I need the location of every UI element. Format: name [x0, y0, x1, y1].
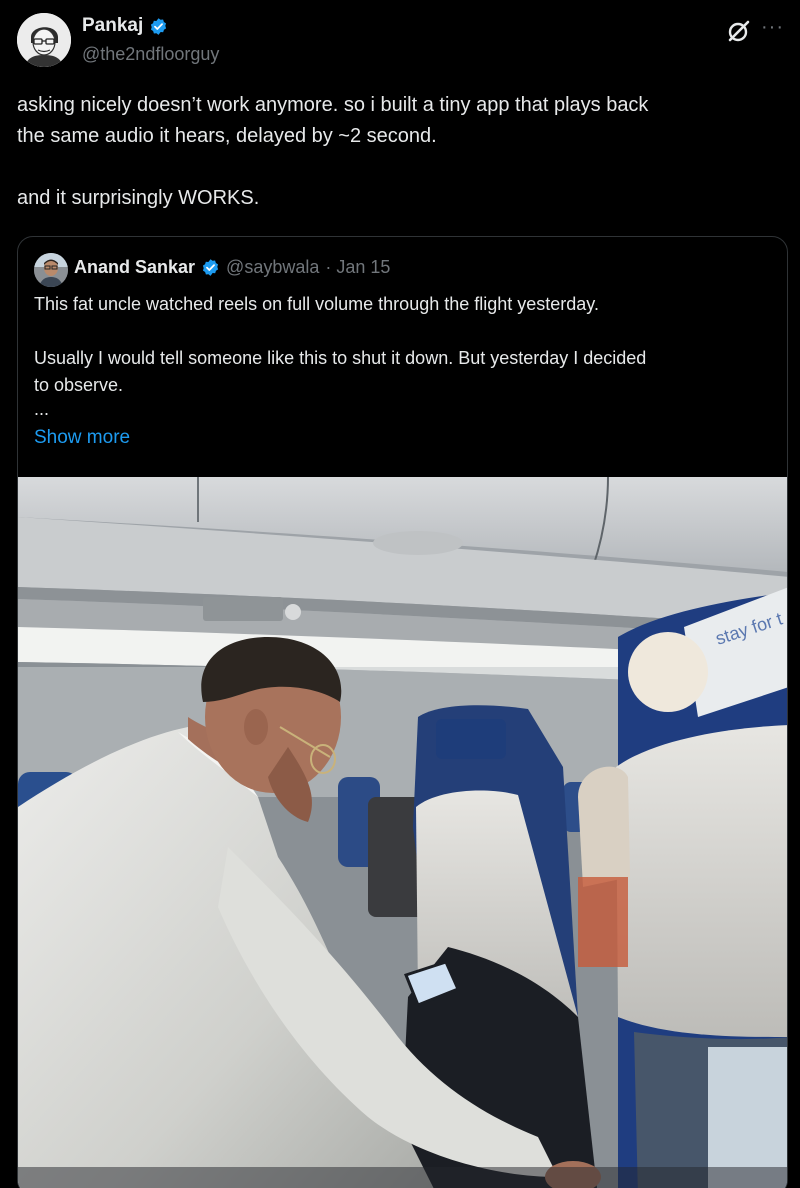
- quoted-photo[interactable]: stay for t: [18, 477, 787, 1188]
- author-name[interactable]: Pankaj: [82, 15, 168, 37]
- verified-badge-icon: [201, 258, 220, 277]
- quoted-text-ellipsis: ...: [34, 399, 50, 419]
- verified-badge-icon: [149, 17, 168, 36]
- show-more-link[interactable]: Show more: [34, 427, 130, 449]
- post-text: asking nicely doesn’t work anymore. so i…: [17, 90, 787, 214]
- quoted-header: Anand Sankar @saybwala · Jan 15: [74, 257, 390, 278]
- quoted-author-name[interactable]: Anand Sankar: [74, 257, 195, 278]
- post-text-line: the same audio it hears, delayed by ~2 s…: [17, 125, 437, 147]
- quoted-text-line: Usually I would tell someone like this t…: [34, 348, 647, 368]
- quoted-author-avatar[interactable]: [34, 253, 68, 287]
- quoted-tweet-card[interactable]: Anand Sankar @saybwala · Jan 15 This fat…: [17, 236, 788, 1188]
- author-name-text[interactable]: Pankaj: [82, 15, 143, 37]
- quoted-text: This fat uncle watched reels on full vol…: [34, 291, 774, 419]
- post: Pankaj @the2ndfloorguy ··· asking nicely…: [0, 0, 800, 1188]
- quoted-text-line: to observe.: [34, 375, 124, 395]
- quoted-author-handle[interactable]: @saybwala: [226, 257, 319, 278]
- author-avatar[interactable]: [17, 13, 71, 67]
- grok-icon[interactable]: [726, 18, 752, 44]
- author-handle[interactable]: @the2ndfloorguy: [82, 44, 219, 65]
- quoted-text-line: This fat uncle watched reels on full vol…: [34, 294, 599, 314]
- more-options-icon[interactable]: ···: [761, 16, 784, 39]
- post-text-line: asking nicely doesn’t work anymore. so i…: [17, 94, 649, 116]
- quoted-date[interactable]: · Jan 15: [325, 257, 390, 278]
- post-text-line: and it surprisingly WORKS.: [17, 187, 260, 209]
